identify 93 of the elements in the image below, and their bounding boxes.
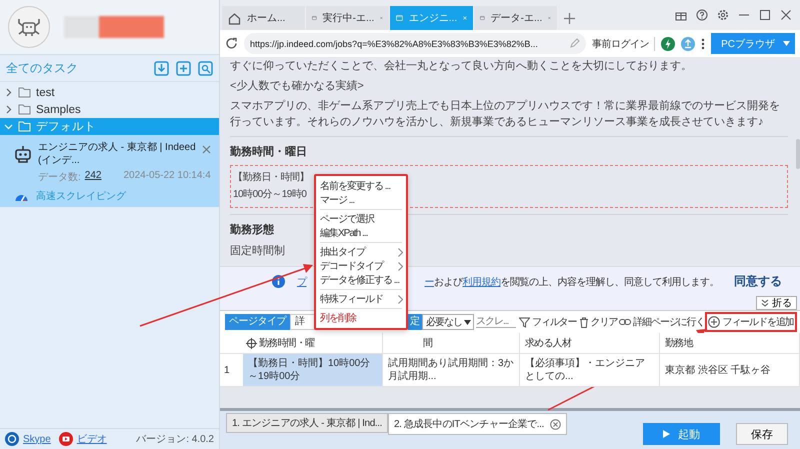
result-tab[interactable]: 2. 急成長中のITベンチャー企業で... bbox=[388, 413, 567, 435]
toolbar-button[interactable]: フィルター bbox=[518, 312, 578, 332]
consent-link[interactable]: 利用規約 bbox=[462, 274, 500, 288]
footer-link[interactable]: Skype bbox=[5, 432, 51, 446]
chevron-icon[interactable] bbox=[761, 299, 769, 307]
toolbar-button[interactable]: 詳細ページに行く bbox=[618, 312, 706, 332]
menu-item[interactable]: 特殊フィールド bbox=[316, 292, 406, 306]
add-icon[interactable] bbox=[708, 316, 720, 328]
menu-item[interactable]: 抽出タイプ bbox=[316, 245, 406, 259]
section-heading: 勤務形態 bbox=[230, 223, 274, 237]
data-count[interactable]: 242 bbox=[84, 170, 102, 184]
folder-icon bbox=[18, 87, 31, 98]
link-icon[interactable] bbox=[619, 318, 632, 326]
browser-tab[interactable]: データ-エ... bbox=[474, 6, 558, 30]
table-cell: 【必須事項】・エンジニアとしての... bbox=[520, 354, 660, 386]
consent-text: および bbox=[434, 276, 462, 288]
pre-login-button[interactable]: 事前ログイン bbox=[592, 36, 656, 50]
menu-item[interactable]: デコードタイプ bbox=[316, 259, 406, 273]
folder-item[interactable]: Samples bbox=[0, 101, 219, 118]
folder-icon bbox=[18, 121, 31, 132]
close-icon[interactable] bbox=[202, 145, 211, 154]
menu-item[interactable]: データを修正する ... bbox=[316, 273, 406, 287]
toolbar-button[interactable]: フィールドを追加 bbox=[705, 312, 797, 332]
help-icon[interactable] bbox=[696, 9, 708, 21]
reload-icon[interactable] bbox=[225, 37, 238, 50]
info-icon bbox=[272, 275, 285, 288]
search-icon[interactable] bbox=[198, 60, 213, 76]
filter-icon[interactable] bbox=[519, 316, 530, 328]
scrollbar-thumb[interactable] bbox=[796, 139, 800, 169]
browser-tab[interactable]: 実行中-エ... bbox=[306, 6, 390, 30]
bolt-icon[interactable] bbox=[661, 36, 676, 50]
folder-label: デフォルト bbox=[36, 120, 96, 134]
page-paragraph: <少人数でも確かなる実績> bbox=[230, 78, 364, 94]
browser-tab[interactable]: ホーム... bbox=[222, 6, 306, 30]
search-field[interactable]: スクレ... bbox=[476, 316, 516, 328]
menu-item[interactable]: ページで選択 bbox=[316, 212, 406, 226]
agree-button[interactable]: 同意する bbox=[734, 273, 782, 290]
save-button[interactable]: 保存 bbox=[736, 423, 788, 445]
close-icon[interactable] bbox=[550, 418, 561, 430]
trash-icon[interactable] bbox=[578, 316, 589, 328]
menu-item[interactable]: 列を削除 bbox=[316, 311, 406, 325]
menu-item[interactable]: 編集XPath ... bbox=[316, 226, 406, 240]
task-title: エンジニアの求人 - 東京都 | Indeed (インデ... bbox=[38, 141, 197, 167]
version-label: バージョン: 4.0.2 bbox=[136, 433, 214, 446]
settings-icon[interactable] bbox=[717, 9, 729, 21]
close-icon[interactable] bbox=[463, 14, 467, 22]
setting-label: 定 bbox=[408, 314, 422, 330]
folder-icon bbox=[18, 104, 31, 115]
consent-link[interactable]: プ bbox=[297, 274, 306, 288]
table-cell: 【勤務日・時間】10時00分～19時00分 bbox=[243, 354, 383, 386]
chevron-icon bbox=[398, 294, 403, 304]
task-date: 2024-05-22 10:14:4 bbox=[123, 170, 211, 183]
play-icon[interactable] bbox=[663, 430, 670, 438]
folder-item[interactable]: test bbox=[0, 84, 219, 101]
column-header[interactable]: 間 bbox=[383, 333, 520, 353]
play-icon[interactable] bbox=[58, 432, 73, 446]
select-field[interactable]: 必要なし bbox=[422, 314, 474, 330]
page-paragraph: すぐに仰っていただくことで、会社一丸となって良い方向へ動くことを大切にしております。 bbox=[230, 58, 692, 74]
column-header[interactable]: 勤務時間・曜 bbox=[243, 333, 383, 353]
menu-item[interactable]: マージ ... bbox=[316, 193, 406, 207]
url-field[interactable]: https://jp.indeed.com/jobs?q=%E3%82%A8%E3%83%B3%E3%82%B... bbox=[244, 33, 586, 54]
folder-label: Samples bbox=[36, 104, 81, 116]
maximize-icon[interactable] bbox=[759, 9, 771, 21]
table-cell: 東京都 渋谷区 千駄ヶ谷 bbox=[660, 354, 800, 386]
home-icon bbox=[228, 12, 241, 24]
robot-icon bbox=[14, 145, 32, 165]
table-cell: 試用期間あり試用期間：3か月試用期... bbox=[383, 354, 520, 386]
folder-label: test bbox=[36, 86, 55, 98]
result-tab[interactable]: 1. エンジニアの求人 - 東京都 | Ind... bbox=[226, 413, 388, 433]
page-paragraph: スマホアプリの、非ゲーム系アプリ売上でも日本上位のアプリハウスです！常に業界最前線でのサービス開発を行っています。それらのノウハウを活かし、新規事業であるヒューマンリソース事業を成長させていきます♪ bbox=[230, 98, 781, 130]
scrape-mode: 高速スクレイピング bbox=[36, 190, 126, 203]
close-icon[interactable] bbox=[780, 9, 792, 21]
column-header[interactable]: 求める人材 bbox=[520, 333, 660, 353]
page-paragraph: 固定時間制 bbox=[230, 244, 285, 259]
section-heading: 勤務時間・曜日 bbox=[230, 145, 307, 159]
page-text: 10時00分～19時0 bbox=[233, 188, 306, 202]
task-card[interactable]: エンジニアの求人 - 東京都 | Indeed (インデ... データ数: 242 2024-05-22 10:14:4 高速スクレイピング bbox=[0, 135, 219, 207]
caret-icon[interactable] bbox=[464, 320, 471, 324]
crosshair-icon[interactable] bbox=[246, 338, 257, 348]
footer-link[interactable]: ビデオ bbox=[58, 432, 107, 446]
consent-text: を閲覧の上、内容を理解し、同意して利用します。 bbox=[500, 276, 719, 288]
data-count-label: データ数: bbox=[38, 171, 81, 184]
page-text: 【勤務日・時間】 bbox=[233, 171, 309, 185]
fold-button[interactable]: 折る bbox=[756, 296, 797, 310]
menu-item[interactable]: 名前を変更する ... bbox=[316, 179, 406, 193]
page-type-label: ページタイプ bbox=[225, 314, 290, 330]
more-icon[interactable] bbox=[701, 38, 706, 50]
import-icon[interactable] bbox=[154, 60, 169, 76]
row-number: 1 bbox=[223, 364, 231, 378]
new-tab-icon[interactable] bbox=[564, 13, 575, 24]
consent-link[interactable]: ー bbox=[424, 274, 434, 288]
toolbar-button[interactable]: クリア bbox=[578, 312, 618, 332]
avatar-icon bbox=[8, 6, 50, 48]
